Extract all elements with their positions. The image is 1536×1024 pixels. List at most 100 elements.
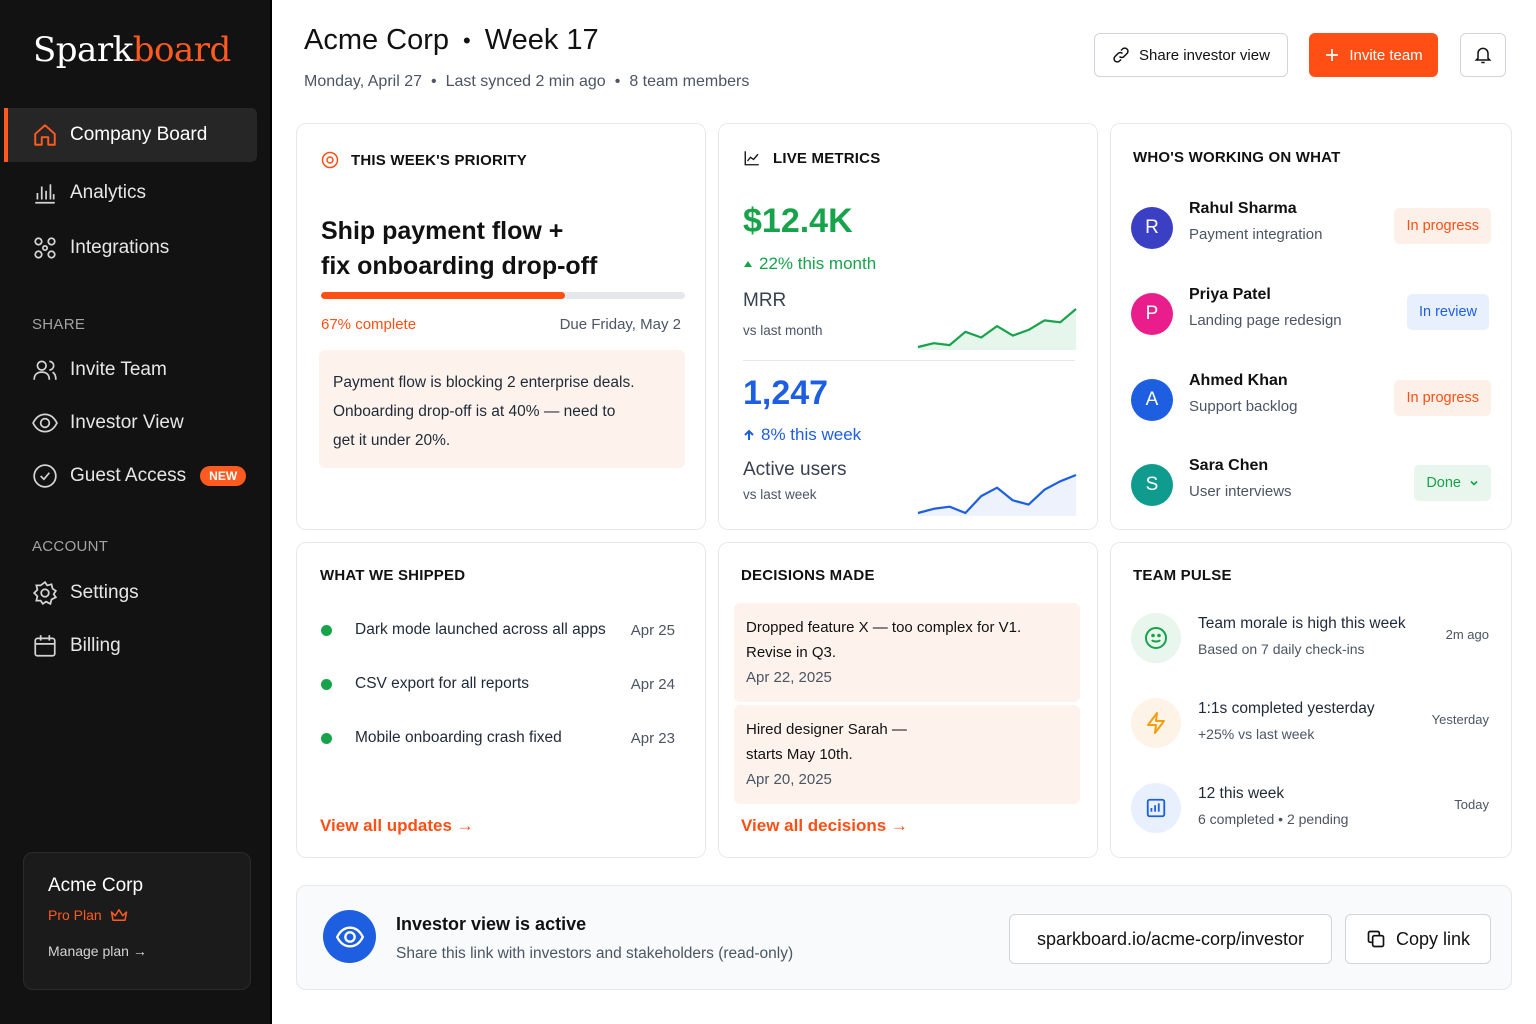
shipped-date: Apr 25 <box>630 621 675 639</box>
shipped-text: Mobile onboarding crash fixed <box>355 729 562 746</box>
priority-due-date: Due Friday, May 2 <box>559 316 681 333</box>
manage-plan-link[interactable]: Manage plan → <box>48 943 226 959</box>
status-dropdown[interactable]: Done <box>1414 465 1491 501</box>
plan-label: Pro Plan <box>48 907 102 923</box>
share-section-heading: SHARE <box>32 316 86 333</box>
decisions-card-title: DECISIONS MADE <box>741 567 875 584</box>
member-name: Rahul Sharma <box>1189 200 1297 217</box>
avatar: R <box>1131 207 1173 249</box>
nav-billing[interactable]: Billing <box>4 619 257 673</box>
pulse-sub: +25% vs last week <box>1198 726 1315 742</box>
lightning-icon <box>1147 712 1165 734</box>
notifications-button[interactable] <box>1460 33 1506 77</box>
green-dot-icon <box>321 624 332 636</box>
copy-icon <box>1367 930 1385 948</box>
logo-text-1: Spark <box>33 30 133 70</box>
priority-note-line: Onboarding drop-off is at 40% — need to <box>333 403 616 420</box>
nav-label: Guest Access <box>70 465 187 486</box>
investor-banner-subtitle: Share this link with investors and stake… <box>396 945 794 962</box>
report-icon <box>1146 798 1166 818</box>
team-member-row[interactable]: R Rahul Sharma Payment integration In pr… <box>1131 200 1491 260</box>
plus-icon <box>1326 49 1339 61</box>
gear-icon <box>32 580 58 606</box>
shipped-text: CSV export for all reports <box>355 675 530 692</box>
pulse-time: Today <box>1454 797 1489 812</box>
shipped-item: CSV export for all reports Apr 24 <box>321 672 675 696</box>
team-member-row[interactable]: A Ahmed Khan Support backlog In progress <box>1131 372 1491 432</box>
users-label: Active users <box>743 459 847 480</box>
nav-label: Invite Team <box>70 359 167 380</box>
shipped-date: Apr 23 <box>630 729 675 747</box>
team-member-row[interactable]: P Priya Patel Landing page redesign In r… <box>1131 286 1491 346</box>
nav-label: Investor View <box>70 412 184 433</box>
pulse-sub: Based on 7 daily check-ins <box>1198 641 1365 657</box>
guest-icon <box>33 464 57 488</box>
title-week: Week 17 <box>484 24 599 56</box>
users-icon <box>33 360 57 380</box>
nav-guest-access[interactable]: Guest Access NEW <box>4 449 257 503</box>
target-icon <box>321 151 339 169</box>
home-icon <box>34 124 56 146</box>
investor-banner-title: Investor view is active <box>396 914 587 934</box>
nav-label: Analytics <box>70 182 147 203</box>
triangle-up-icon <box>744 261 752 267</box>
nav-label: Integrations <box>70 237 170 258</box>
title-separator: • <box>463 28 471 54</box>
decision-text: Hired designer Sarah — <box>746 721 907 738</box>
priority-progress-label: 67% complete <box>321 316 417 333</box>
nav-label: Company Board <box>70 124 208 145</box>
pulse-item: 12 this week 6 completed • 2 pending Tod… <box>1131 783 1489 841</box>
copy-link-button[interactable]: Copy link <box>1345 914 1491 964</box>
status-badge[interactable]: In review <box>1406 294 1489 330</box>
mrr-change: 22% this month <box>743 254 876 274</box>
chevron-down-icon <box>1470 480 1478 486</box>
team-member-row[interactable]: S Sara Chen User interviews Done <box>1131 457 1491 517</box>
pulse-item: 1:1s completed yesterday +25% vs last we… <box>1131 698 1489 756</box>
app-logo[interactable]: Sparkboard <box>33 30 231 70</box>
share-investor-view-button[interactable]: Share investor view <box>1094 33 1288 77</box>
users-change: 8% this week <box>743 425 861 445</box>
nav-analytics[interactable]: Analytics <box>4 166 257 220</box>
shipped-card: WHAT WE SHIPPED Dark mode launched acros… <box>296 542 706 858</box>
shipped-date: Apr 24 <box>630 675 675 693</box>
invite-button-label: Invite team <box>1349 46 1423 64</box>
nav-settings[interactable]: Settings <box>4 566 257 620</box>
nav-invite-team[interactable]: Invite Team <box>4 343 257 397</box>
subtitle-sync: Last synced 2 min ago <box>445 73 606 90</box>
mrr-label: MRR <box>743 290 787 311</box>
decision-item[interactable]: Dropped feature X — too complex for V1. … <box>734 603 1080 702</box>
team-card: WHO'S WORKING ON WHAT R Rahul Sharma Pay… <box>1110 123 1512 530</box>
member-name: Priya Patel <box>1189 286 1271 303</box>
view-all-decisions-link[interactable]: View all decisions → <box>741 816 908 836</box>
priority-heading-line: fix onboarding drop-off <box>321 252 598 280</box>
status-badge[interactable]: In progress <box>1394 208 1491 244</box>
pulse-title: 12 this week <box>1198 785 1285 802</box>
mrr-sparkline <box>917 308 1077 350</box>
member-task: User interviews <box>1189 483 1292 500</box>
decision-item[interactable]: Hired designer Sarah — starts May 10th. … <box>734 705 1080 804</box>
view-all-updates-link[interactable]: View all updates → <box>320 816 474 836</box>
shipped-card-title: WHAT WE SHIPPED <box>320 567 466 584</box>
shipped-text: Dark mode launched across all apps <box>355 621 606 638</box>
nav-investor-view[interactable]: Investor View <box>4 396 257 450</box>
nav-integrations[interactable]: Integrations <box>4 221 257 275</box>
subtitle-members: 8 team members <box>629 73 750 90</box>
priority-note-line: Payment flow is blocking 2 enterprise de… <box>333 374 635 391</box>
pulse-title: 1:1s completed yesterday <box>1198 700 1375 717</box>
status-badge[interactable]: In progress <box>1394 380 1491 416</box>
page-subtitle: Monday, April 27 • Last synced 2 min ago • 8… <box>304 73 749 91</box>
investor-view-banner: Investor view is active Share this link … <box>296 885 1512 990</box>
plan-company: Acme Corp <box>48 875 144 896</box>
users-sub: vs last week <box>743 487 817 502</box>
invite-team-button[interactable]: Invite team <box>1309 33 1438 77</box>
share-button-label: Share investor view <box>1139 46 1270 64</box>
team-pulse-card: TEAM PULSE Team morale is high this week… <box>1110 542 1512 858</box>
decision-date: Apr 22, 2025 <box>746 669 832 686</box>
metrics-divider <box>743 360 1075 361</box>
pulse-item: Team morale is high this week Based on 7… <box>1131 613 1489 671</box>
member-name: Ahmed Khan <box>1189 372 1288 389</box>
nav-company-board[interactable]: Company Board <box>4 108 257 162</box>
investor-url-field[interactable]: sparkboard.io/acme-corp/investor <box>1009 914 1332 964</box>
plan-name: Pro Plan <box>48 907 226 923</box>
pulse-sub: 6 completed • 2 pending <box>1198 811 1349 827</box>
